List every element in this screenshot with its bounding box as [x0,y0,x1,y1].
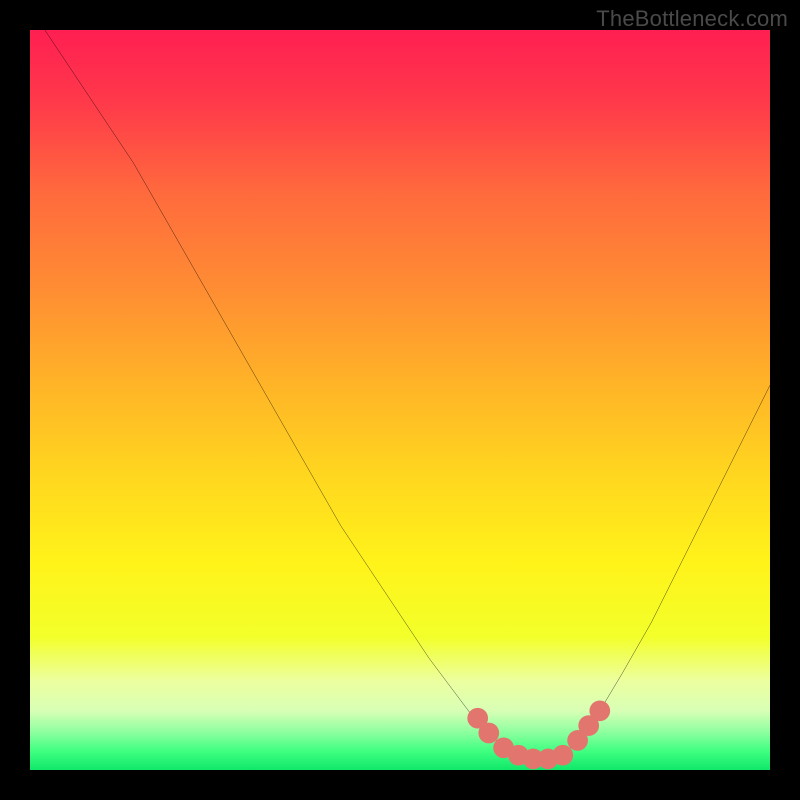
curve-layer [30,30,770,770]
watermark-text: TheBottleneck.com [596,6,788,32]
marker-point [552,745,573,766]
chart-frame: TheBottleneck.com [0,0,800,800]
plot-area [30,30,770,770]
marker-point [478,723,499,744]
optimal-range-markers [467,700,610,769]
marker-point [589,700,610,721]
bottleneck-curve [45,30,770,759]
